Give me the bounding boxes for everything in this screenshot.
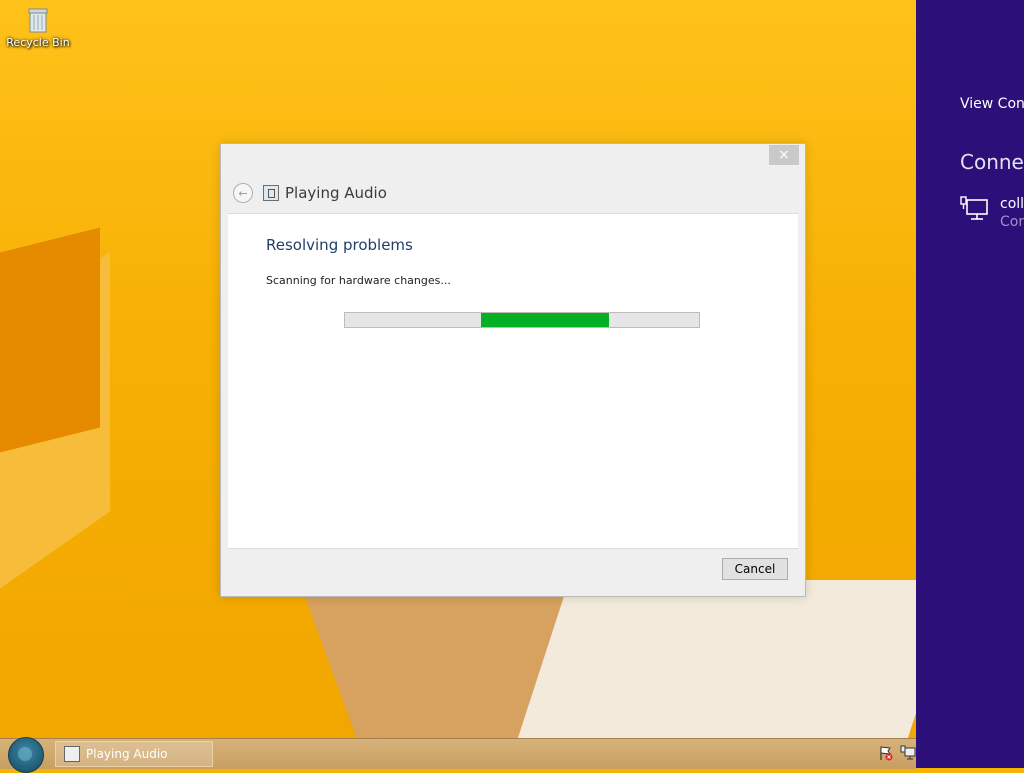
close-icon: × <box>778 147 790 163</box>
taskbar-app-button[interactable]: Playing Audio <box>55 741 213 767</box>
back-arrow-icon: ← <box>238 186 248 200</box>
progress-fill <box>481 313 609 327</box>
troubleshooter-dialog: × ← Playing Audio Resolving problems Sca… <box>220 143 806 597</box>
network-icon <box>960 195 990 223</box>
cancel-button[interactable]: Cancel <box>722 558 788 580</box>
dialog-title: Playing Audio <box>285 184 387 202</box>
desktop-background: Recycle Bin × ← Playing Audio Resolving … <box>0 0 916 738</box>
progress-bar <box>344 312 700 328</box>
recycle-bin-label: Recycle Bin <box>6 36 70 49</box>
taskbar-app-label: Playing Audio <box>86 747 168 761</box>
connection-item[interactable]: coll Con <box>960 195 1024 231</box>
connections-heading: Connec <box>960 150 1024 174</box>
troubleshooter-icon <box>263 185 279 201</box>
action-center-flag-icon[interactable] <box>878 745 894 761</box>
connection-status: Con <box>1000 214 1024 230</box>
close-button[interactable]: × <box>769 145 799 165</box>
status-text: Scanning for hardware changes... <box>266 274 451 287</box>
recycle-bin-icon <box>26 6 50 34</box>
network-icon[interactable] <box>900 745 916 761</box>
taskbar: Playing Audio <box>0 737 916 773</box>
view-connection-settings-link[interactable]: View Conn <box>960 96 1024 112</box>
system-tray <box>872 745 916 761</box>
page-heading: Resolving problems <box>266 236 413 254</box>
troubleshooter-icon <box>64 746 80 762</box>
wallpaper-shape <box>510 580 916 738</box>
back-button[interactable]: ← <box>233 183 253 203</box>
network-charm-panel: View Conn Connec coll Con <box>916 0 1024 768</box>
connection-name: coll <box>1000 196 1024 212</box>
dialog-nav: ← Playing Audio <box>233 182 387 204</box>
recycle-bin-shortcut[interactable]: Recycle Bin <box>4 6 72 49</box>
wallpaper-shape <box>0 227 100 463</box>
dialog-content: Resolving problems Scanning for hardware… <box>228 213 798 549</box>
